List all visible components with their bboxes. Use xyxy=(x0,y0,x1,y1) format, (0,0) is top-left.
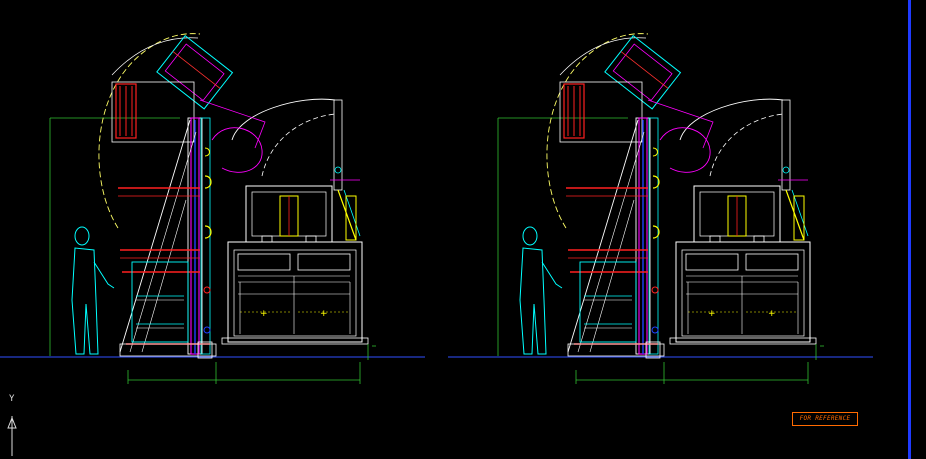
viewport-border xyxy=(908,0,911,459)
cad-drawing-canvas[interactable]: + + xyxy=(0,0,926,459)
right-view xyxy=(447,32,874,385)
for-reference-stamp: FOR REFERENCE xyxy=(792,412,858,426)
left-view xyxy=(0,32,426,385)
ucs-axis-label: Y xyxy=(9,394,15,404)
